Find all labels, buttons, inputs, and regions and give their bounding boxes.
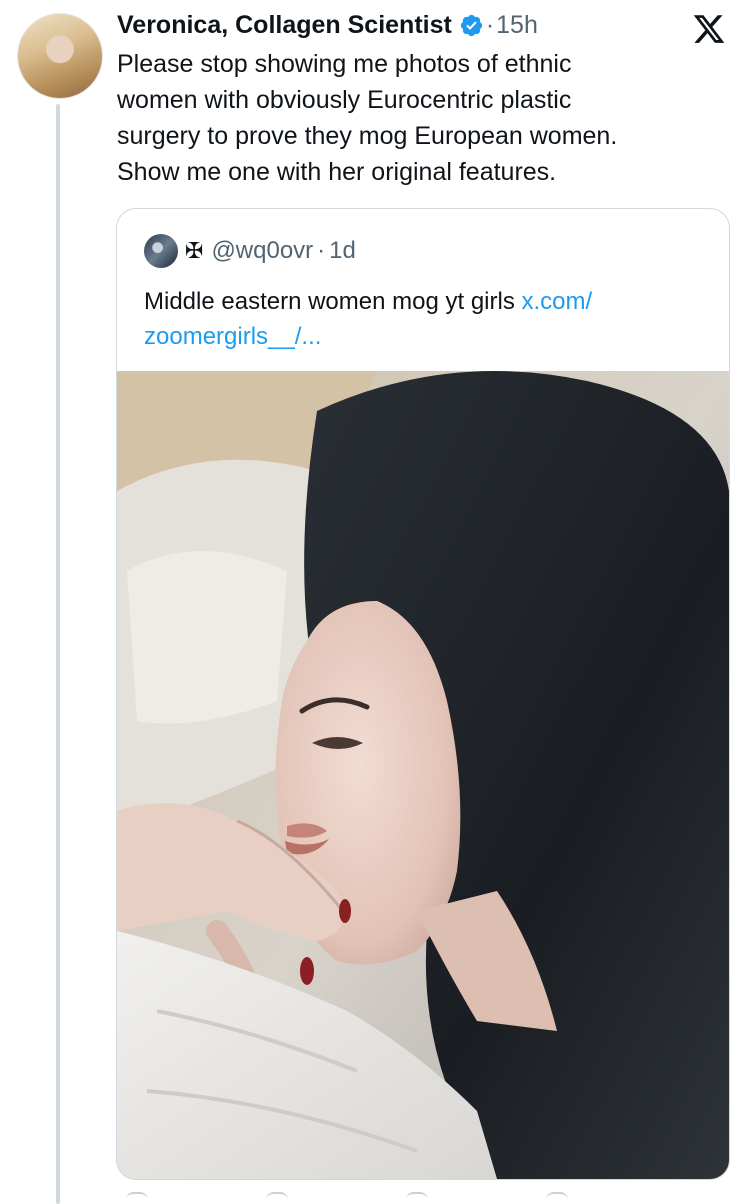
reply-icon[interactable] xyxy=(126,1192,148,1202)
action-bar xyxy=(116,1192,728,1200)
author-avatar[interactable] xyxy=(17,13,103,99)
tweet-text-line: women with obviously Eurocentric plastic xyxy=(117,86,572,114)
views-icon[interactable] xyxy=(546,1192,568,1202)
tweet-header: Veronica, Collagen Scientist · 15h xyxy=(117,8,538,42)
quoted-text-body: Middle eastern women mog yt girls xyxy=(144,288,515,315)
x-logo-icon xyxy=(692,12,726,46)
thread-line xyxy=(56,104,60,1204)
retweet-icon[interactable] xyxy=(266,1192,288,1202)
quoted-time[interactable]: 1d xyxy=(329,237,356,265)
quoted-author-handle[interactable]: @wq0ovr xyxy=(211,237,313,265)
tweet-text-line: Please stop showing me photos of ethnic xyxy=(117,50,572,78)
quoted-tweet-card[interactable]: ✠ @wq0ovr · 1d Middle eastern women mog … xyxy=(116,208,730,1180)
verified-badge-icon xyxy=(459,13,484,38)
quoted-tweet-header: ✠ @wq0ovr · 1d xyxy=(144,234,356,268)
tweet-text-line: surgery to prove they mog European women… xyxy=(117,122,618,150)
quoted-link[interactable]: x.com/ xyxy=(522,288,593,315)
quoted-text-line-1: Middle eastern women mog yt girls x.com/ xyxy=(144,284,714,319)
quoted-separator: · xyxy=(317,237,326,264)
like-icon[interactable] xyxy=(406,1192,428,1202)
tweet-separator: · xyxy=(485,11,495,39)
tweet-time[interactable]: 15h xyxy=(496,8,538,42)
quoted-tweet-text: Middle eastern women mog yt girls x.com/… xyxy=(144,284,714,354)
quoted-author-avatar[interactable] xyxy=(144,234,178,268)
tweet-text-line: Show me one with her original features. xyxy=(117,158,557,186)
quoted-link-continued[interactable]: zoomergirls__/... xyxy=(144,319,714,354)
cross-symbol: ✠ xyxy=(185,238,204,263)
quoted-media-photo[interactable] xyxy=(117,371,729,1179)
author-name[interactable]: Veronica, Collagen Scientist xyxy=(117,8,452,42)
tweet-text: Please stop showing me photos of ethnic … xyxy=(117,46,717,190)
